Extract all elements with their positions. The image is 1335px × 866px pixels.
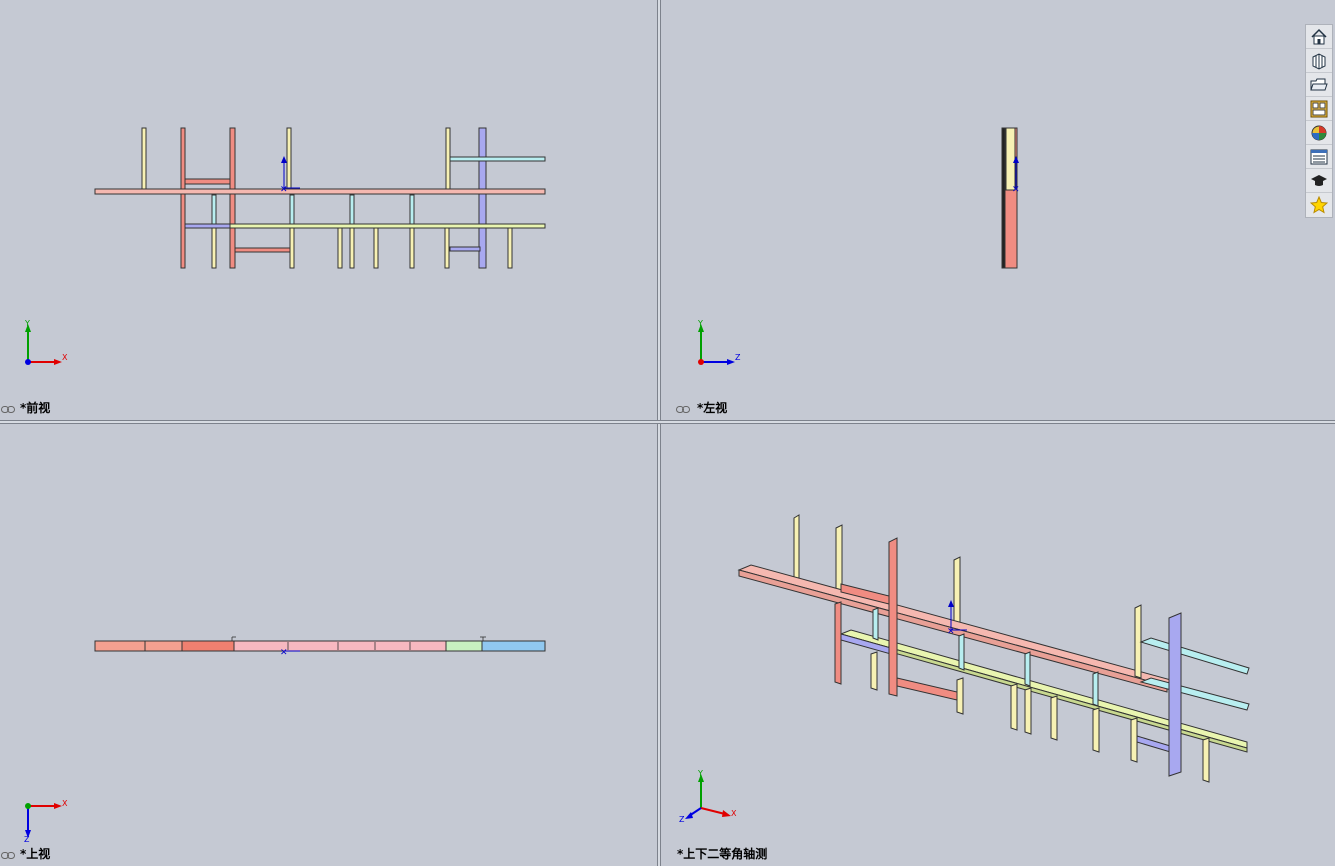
front-viewport[interactable]: ✕ Y X *前视 <box>0 0 657 420</box>
member-post <box>289 227 295 269</box>
svg-text:✕: ✕ <box>280 648 288 658</box>
tutorials-icon[interactable] <box>1306 169 1332 193</box>
triad-label-a: Y <box>697 769 703 778</box>
member-post <box>834 601 842 685</box>
axis-triad: Y X Z <box>679 769 737 824</box>
viewport-label-iso: *上下二等角轴测 <box>677 847 768 861</box>
left-view-geometry: ✕ <box>1001 127 1020 269</box>
axis-triad: Y X <box>24 319 68 365</box>
triad-label-a: Y <box>24 319 30 328</box>
member-strut <box>289 194 295 229</box>
member-strut <box>409 194 415 229</box>
member-post <box>1005 127 1016 191</box>
viewport-label-front: *前视 <box>20 401 51 415</box>
member-beam <box>449 156 546 162</box>
triad-label-b: X <box>731 809 737 818</box>
frame-members <box>1001 127 1018 269</box>
link-views-icon[interactable] <box>1 852 15 859</box>
member-strut <box>958 633 965 671</box>
member-post <box>337 227 343 269</box>
top-viewport[interactable]: ✕ X Z *上视 <box>0 424 657 866</box>
triad-label-a: Y <box>697 319 703 328</box>
member-post <box>1168 612 1182 777</box>
design-library-icon[interactable] <box>1306 49 1332 73</box>
member-post <box>1130 717 1138 763</box>
member-strut <box>211 194 217 229</box>
member-post <box>286 127 292 191</box>
member-beam <box>184 223 231 229</box>
svg-text:✕: ✕ <box>1012 185 1020 195</box>
member-post <box>1010 683 1018 731</box>
svg-text:✕: ✕ <box>947 627 955 637</box>
custom-properties-icon[interactable] <box>1306 145 1332 169</box>
member-strut <box>349 194 355 229</box>
member-beam <box>94 640 146 652</box>
member-post <box>1001 127 1006 269</box>
svg-text:✕: ✕ <box>280 185 288 195</box>
frame-members <box>737 514 1250 783</box>
isometric-viewport[interactable]: ✕ Y X Z *上下二等角轴测 <box>661 424 1335 866</box>
member-beam <box>234 247 291 253</box>
member-strut <box>1024 651 1031 687</box>
member-beam <box>896 677 958 701</box>
member-post <box>870 651 878 691</box>
member-beam <box>449 246 481 252</box>
frame-members <box>94 640 546 652</box>
frame-members <box>94 127 546 269</box>
member-post <box>888 537 898 697</box>
triad-label-c: Z <box>679 815 685 824</box>
viewport-label-top: *上视 <box>20 847 51 861</box>
member-post <box>180 127 186 269</box>
triad-label-b: Z <box>735 353 741 362</box>
member-beam <box>445 640 483 652</box>
member-beam <box>1139 677 1250 711</box>
member-post <box>1134 604 1142 679</box>
member-post <box>444 227 450 269</box>
member-beam <box>1139 637 1250 675</box>
member-post <box>1202 737 1210 783</box>
file-explorer-icon[interactable] <box>1306 73 1332 97</box>
axis-triad: X Z <box>24 799 68 842</box>
member-post <box>409 227 415 269</box>
favorites-icon[interactable] <box>1306 193 1332 217</box>
appearances-icon[interactable] <box>1306 121 1332 145</box>
task-pane-tabs <box>1305 24 1333 218</box>
viewport-label-left: *左视 <box>697 401 728 415</box>
triad-label-b: Z <box>24 835 30 842</box>
member-beam <box>94 188 546 195</box>
member-post <box>1024 687 1032 735</box>
member-post <box>1050 695 1058 741</box>
member-beam <box>144 640 183 652</box>
member-post <box>229 127 236 269</box>
member-beam <box>181 640 235 652</box>
left-viewport[interactable]: ✕ Y Z *左视 <box>661 0 1335 420</box>
home-icon[interactable] <box>1306 25 1332 49</box>
member-beam <box>233 640 447 652</box>
member-beam <box>481 640 546 652</box>
member-strut <box>1092 671 1099 707</box>
top-view-geometry: ✕ <box>94 636 546 658</box>
member-post <box>1092 707 1100 753</box>
member-post <box>211 227 217 269</box>
member-post <box>956 677 964 715</box>
link-views-icon[interactable] <box>1 406 15 413</box>
member-beam <box>184 223 546 229</box>
front-view-geometry: ✕ <box>94 127 546 269</box>
axis-triad: Y Z <box>697 319 741 365</box>
view-palette-icon[interactable] <box>1306 97 1332 121</box>
link-views-icon[interactable] <box>676 406 690 413</box>
member-strut <box>872 607 879 641</box>
member-beam <box>184 178 231 185</box>
isometric-view-geometry: ✕ <box>737 514 1250 783</box>
member-post <box>445 127 451 191</box>
triad-label-a: X <box>62 799 68 808</box>
member-post <box>141 127 147 191</box>
member-post <box>373 227 379 269</box>
triad-label-b: X <box>62 353 68 362</box>
member-post <box>349 227 355 269</box>
member-post <box>507 227 513 269</box>
